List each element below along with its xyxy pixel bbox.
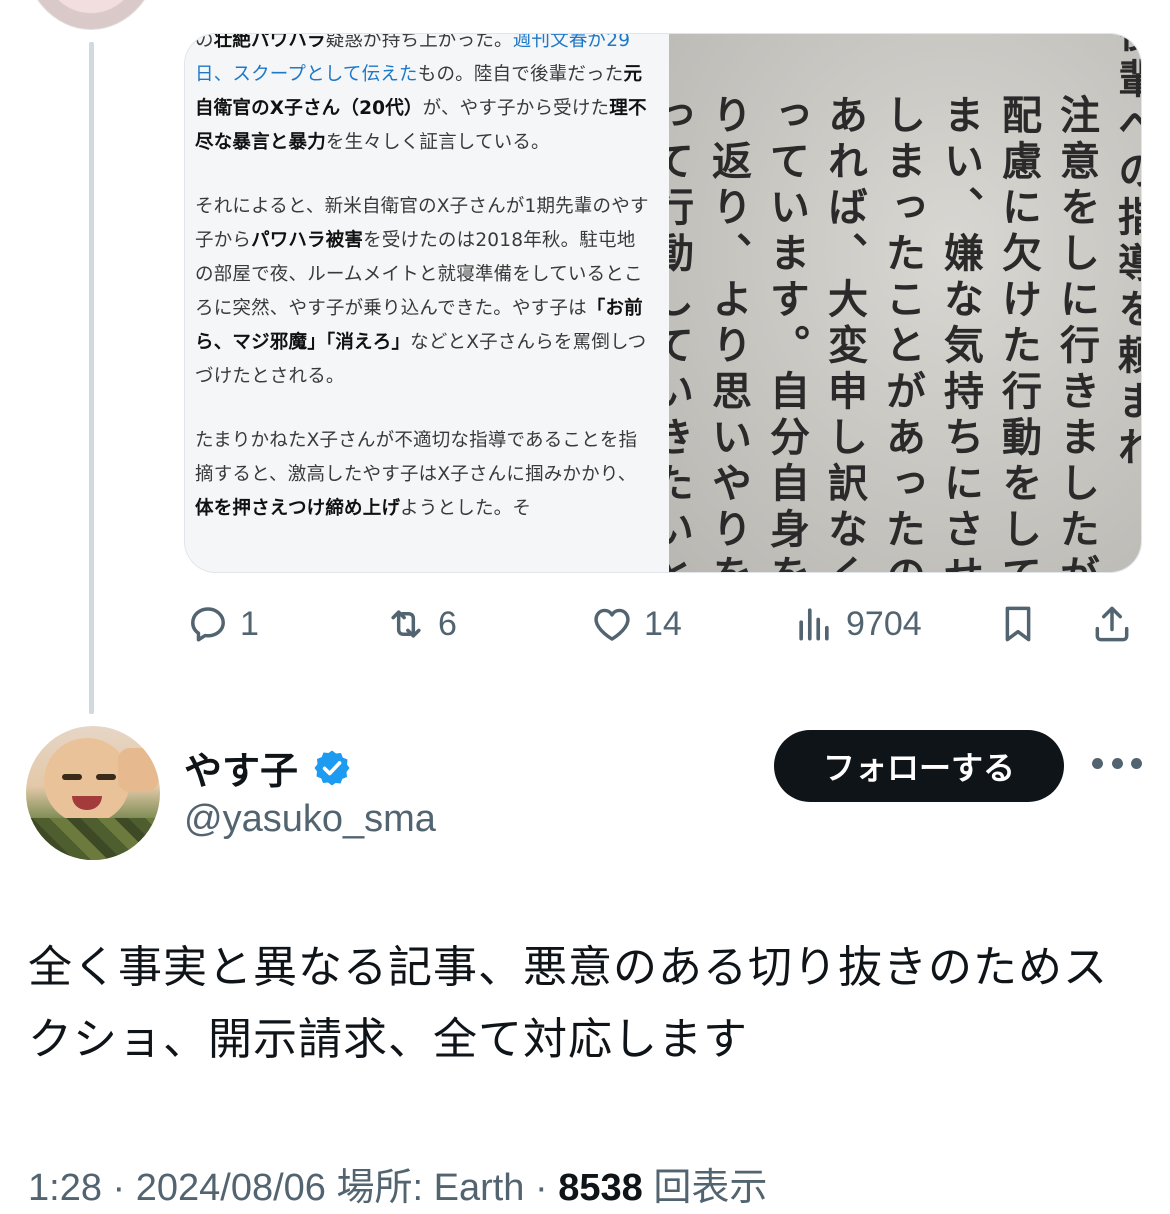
scan-column-6: あれば、大変申し訳なく思	[821, 94, 868, 572]
article-paragraph-1: の壮絶パワハラ疑惑が持ち上がった。週刊文春が29日、スクープとして伝えたもの。陸…	[195, 34, 653, 160]
scan-column-2: 注意をしに行きましたが、	[1053, 94, 1100, 572]
author-avatar[interactable]	[26, 726, 160, 860]
article-screenshot[interactable]: の壮絶パワハラ疑惑が持ち上がった。週刊文春が29日、スクープとして伝えたもの。陸…	[185, 34, 669, 572]
meta-separator: ·	[524, 1167, 559, 1209]
more-options-icon[interactable]	[1092, 748, 1142, 778]
views-count: 9704	[846, 604, 922, 643]
thread-connector-line	[89, 42, 94, 714]
article-text: もの。陸自で後輩だった	[417, 64, 624, 85]
scan-column-8: り返り、より思いやりを持	[705, 94, 752, 572]
repost-count: 6	[438, 604, 457, 643]
heart-icon	[594, 608, 630, 641]
tweet-action-bar: 1 6 14 9704	[184, 598, 1144, 650]
article-text: 疑惑が持ち上がった。	[325, 34, 513, 51]
article-paragraph-3: たまりかねたX子さんが不適切な指導であることを指摘すると、激高したやす子はX子さ…	[195, 424, 653, 526]
reply-icon	[191, 607, 225, 642]
tweet-media[interactable]: の壮絶パワハラ疑惑が持ち上がった。週刊文春が29日、スクープとして伝えたもの。陸…	[184, 33, 1142, 573]
reply-count: 1	[240, 604, 259, 643]
article-text: が、やす子から受けた	[422, 98, 610, 119]
share-icon	[1095, 606, 1129, 642]
article-text: の	[195, 34, 214, 51]
author-handle[interactable]: @yasuko_sma	[184, 798, 436, 841]
like-count: 14	[644, 604, 682, 643]
view-count: 8538	[558, 1167, 643, 1209]
like-button[interactable]: 14	[590, 598, 682, 650]
avatar-camo-uniform	[26, 818, 160, 860]
views-button[interactable]: 9704	[792, 598, 922, 650]
author-name-row[interactable]: やす子	[184, 740, 352, 795]
article-text: 壮絶パワハラ	[213, 34, 326, 51]
article-text: たまりかねたX子さんが不適切な指導であることを指摘すると、激高したやす子はX子さ…	[195, 430, 638, 485]
newspaper-scan[interactable]: 後輩への指導を頼まれ 注意をしに行きましたが、 配慮に欠けた行動をしてし まい、…	[669, 34, 1141, 572]
scan-column-3: 配慮に欠けた行動をしてし	[995, 94, 1042, 572]
view-label: 回表示	[642, 1167, 768, 1209]
author-name[interactable]: やす子	[184, 740, 298, 795]
scan-column-5: しまったことがあったので	[879, 94, 926, 572]
article-text: 体を押さえつけ締め上げ	[195, 498, 401, 519]
previous-tweet-avatar[interactable]	[22, 0, 160, 30]
bookmark-button[interactable]	[996, 598, 1040, 650]
tweet-date[interactable]: 2024/08/06	[136, 1167, 326, 1209]
tweet-meta: 1:28 · 2024/08/06 場所: Earth · 8538 回表示	[28, 1156, 767, 1211]
scan-column-7: っています。自分自身を振	[763, 94, 810, 572]
repost-button[interactable]: 6	[384, 598, 457, 650]
repost-icon	[391, 610, 421, 638]
avatar-eye-left	[62, 774, 82, 780]
scan-column-9: って行動していきたいと思	[669, 94, 694, 572]
avatar-eye-right	[96, 774, 116, 780]
avatar-fist	[118, 748, 158, 792]
tweet-time[interactable]: 1:28	[28, 1167, 102, 1209]
scan-column-4: まい、嫌な気持ちにさせて	[937, 94, 984, 572]
article-text: を生々しく証言している。	[325, 132, 550, 153]
article-text: ようとした。そ	[400, 498, 532, 519]
views-icon	[799, 608, 829, 641]
article-paragraph-2: それによると、新米自衛官のX子さんが1期先輩のやす子からパワハラ被害を受けたのは…	[195, 190, 653, 394]
scan-column-1: 後輩への指導を頼まれ	[1111, 34, 1141, 472]
reply-button[interactable]: 1	[186, 598, 259, 650]
bookmark-icon	[1005, 606, 1031, 642]
follow-button[interactable]: フォローする	[774, 730, 1064, 802]
share-button[interactable]	[1090, 598, 1134, 650]
meta-separator: ·	[101, 1167, 136, 1209]
tweet-author-header: やす子 @yasuko_sma フォローする	[26, 726, 1170, 860]
article-text: パワハラ被害	[251, 230, 364, 251]
tweet-text: 全く事実と異なる記事、悪意のある切り抜きのためスクショ、開示請求、全て対応します	[28, 942, 1108, 1065]
verified-badge-icon	[314, 750, 350, 785]
tweet-location: 場所: Earth	[325, 1167, 525, 1209]
